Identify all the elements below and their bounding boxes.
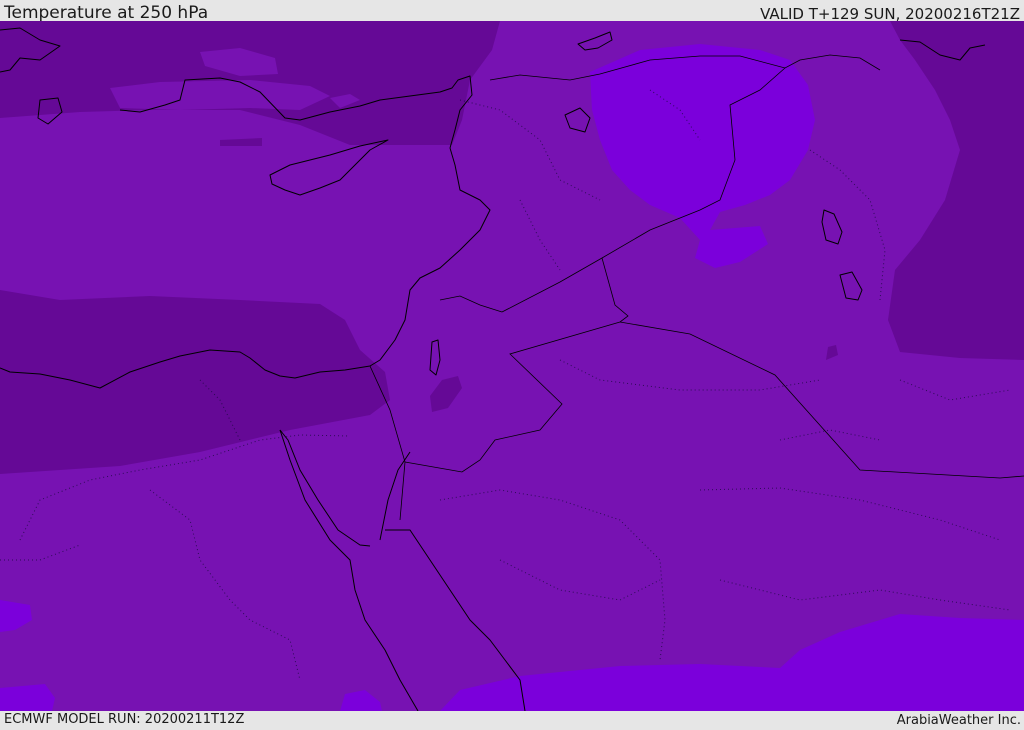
- temp-band-warm-sw2: [0, 684, 55, 711]
- credit-label: ArabiaWeather Inc.: [896, 713, 1021, 728]
- footer-bar: ECMWF MODEL RUN: 20200211T12Z ArabiaWeat…: [0, 711, 1024, 729]
- map-title: Temperature at 250 hPa: [4, 3, 209, 23]
- map-canvas: [0, 21, 1024, 711]
- weather-map[interactable]: [0, 21, 1024, 711]
- model-run: ECMWF MODEL RUN: 20200211T12Z: [4, 712, 245, 727]
- header-bar: Temperature at 250 hPa VALID T+129 SUN, …: [0, 0, 1024, 23]
